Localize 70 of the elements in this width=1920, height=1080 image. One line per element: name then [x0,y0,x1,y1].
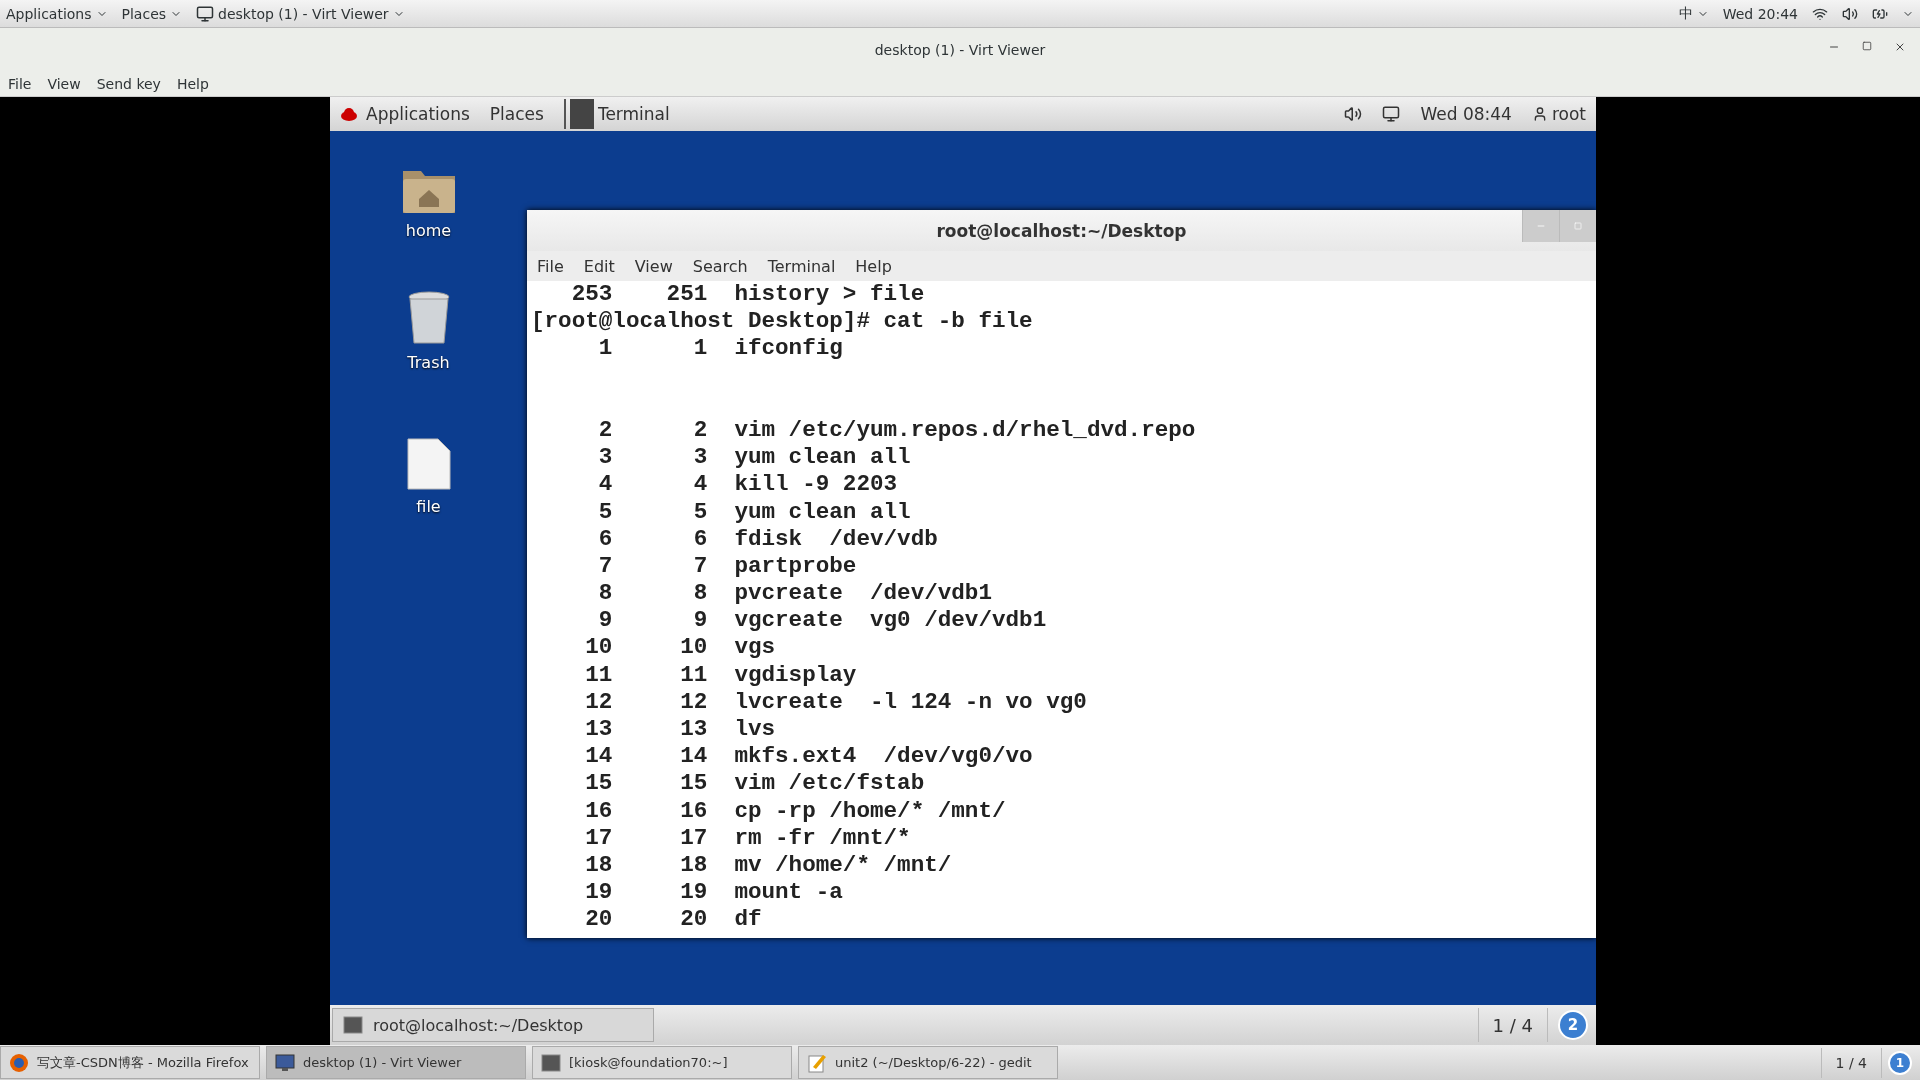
terminal-line: 3 3 yum clean all [597,444,912,472]
menu-item[interactable]: Help [176,75,209,92]
terminal-icon [569,99,594,129]
menu-button[interactable]: Places [489,104,544,124]
user-menu[interactable]: root [1531,104,1586,124]
window-title: root@localhost:~/Desktop [936,220,1187,241]
volume-icon[interactable] [1344,105,1363,123]
menu-item[interactable]: Edit [583,256,615,276]
globe-icon [9,1052,29,1073]
menu-button[interactable]: Applications [366,104,470,124]
taskbar-button[interactable]: [kiosk@foundation70:~] [532,1046,792,1079]
window-switcher[interactable]: desktop (1) - Virt Viewer [196,4,405,23]
terminal-line: 17 17 rm -fr /mnt/* [584,824,912,852]
window-title: desktop (1) - Virt Viewer [874,41,1046,58]
menu-item[interactable]: Help [855,256,892,276]
monitor-icon [275,1053,295,1072]
terminal-line: 15 15 vim /etc/fstab [584,770,926,798]
terminal-line: 8 8 pvcreate /dev/vdb1 [597,580,993,608]
taskbar-button[interactable]: root@localhost:~/Desktop [332,1008,654,1042]
maximize-icon[interactable] [1862,41,1872,51]
terminal-icon [541,1053,561,1072]
input-method-button[interactable]: 中 [1678,4,1709,23]
terminal-line: 7 7 partprobe [597,552,858,581]
workspace-indicator[interactable]: 1 / 4 [1477,1008,1548,1042]
terminal-line: 6 6 fdisk /dev/vdb [597,525,939,553]
pencil-icon [807,1052,827,1073]
menu-item[interactable]: View [47,75,81,92]
terminal-line: 2 2 vim /etc/yum.repos.d/rhel_dvd.repo [597,416,1197,445]
taskbar-button[interactable]: desktop (1) - Virt Viewer [266,1046,526,1079]
menu-item[interactable]: File [537,256,564,276]
menu-button[interactable]: Applications [6,5,108,22]
terminal-line: 20 20 df [584,906,763,934]
terminal-line: 5 5 yum clean all [597,498,912,526]
icon-label[interactable]: file [416,497,441,516]
volume-icon[interactable] [1842,5,1858,22]
menu-item[interactable]: Terminal [767,256,836,276]
notification-badge[interactable]: 2 [1558,1010,1588,1040]
terminal-line: 19 19 mount -a [584,879,844,907]
terminal-line: 10 10 vgs [584,634,777,662]
terminal-line: 13 13 lvs [584,716,777,744]
terminal-line: 14 14 mkfs.ext4 /dev/vg0/vo [584,743,1034,771]
menu-item[interactable]: Send key [96,75,161,92]
terminal-line: 9 9 vgcreate vg0 /dev/vdb1 [597,607,1048,635]
maximize-icon [1574,222,1582,230]
close-icon[interactable] [1894,41,1906,53]
notification-badge[interactable]: 1 [1888,1050,1912,1075]
terminal-line: 11 11 vgdisplay [584,661,858,689]
icon-label[interactable]: Trash [407,353,450,372]
menu-button[interactable]: Places [121,5,183,22]
terminal-line: 253 251 history > file [570,281,926,309]
hat-icon[interactable] [340,106,358,122]
app-menu[interactable]: Terminal [563,99,670,129]
terminal-line: [root@localhost Desktop]# cat -b file [531,308,1034,336]
document-icon [405,437,452,491]
terminal-icon [343,1016,363,1034]
terminal-line: 16 16 cp -rp /home/* /mnt/ [584,797,1007,825]
clock[interactable]: Wed 08:44 [1420,104,1512,124]
taskbar-button[interactable]: 写文章-CSDN博客 - Mozilla Firefox [0,1046,260,1079]
workspace-indicator[interactable]: 1 / 4 [1820,1047,1882,1078]
terminal-line: 18 18 mv /home/* /mnt/ [584,851,953,880]
terminal-line: 12 12 lvcreate -l 124 -n vo vg0 [584,688,1088,716]
menu-item[interactable]: Search [692,256,748,276]
clock[interactable]: Wed 20:44 [1722,5,1798,22]
terminal-line: 4 4 kill -9 2203 [597,471,899,499]
menu-item[interactable]: View [634,256,673,276]
monitor-icon [196,4,215,23]
icon-label[interactable]: home [405,221,452,240]
terminal-line: 1 1 ifconfig [597,335,844,363]
taskbar-button[interactable]: unit2 (~/Desktop/6-22) - gedit [798,1046,1058,1079]
menu-item[interactable]: File [8,75,32,92]
